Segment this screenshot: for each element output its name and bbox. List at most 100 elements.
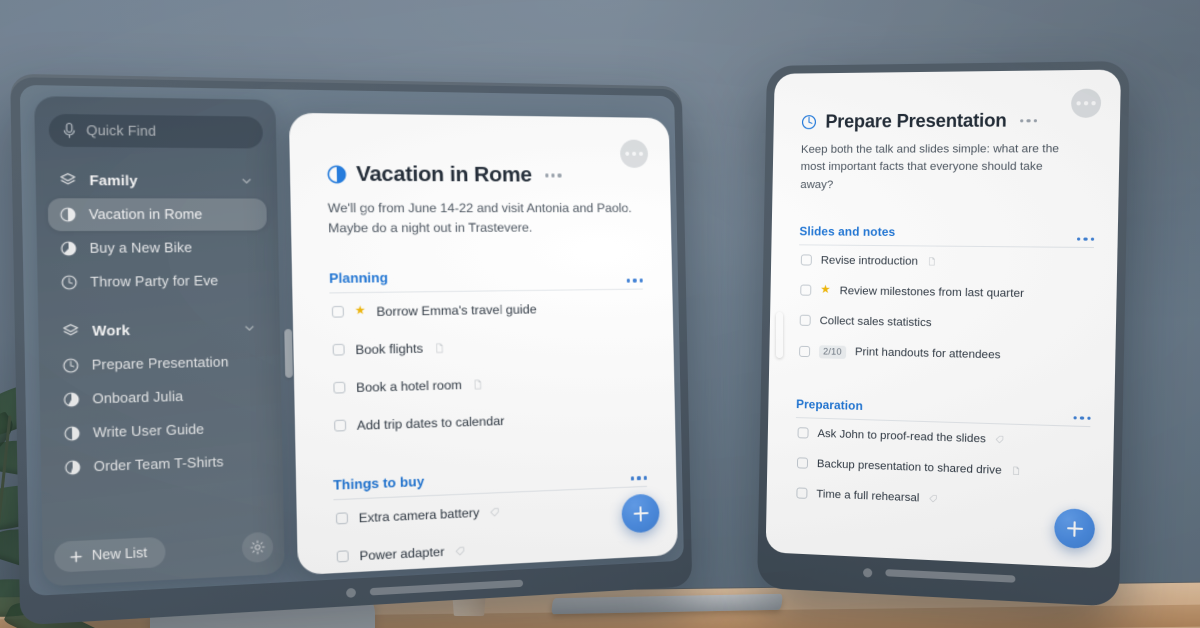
progress-circle-icon [64, 460, 81, 476]
note-icon [434, 343, 445, 354]
sidebar-item-buy-a-new-bike[interactable]: Buy a New Bike [48, 231, 267, 265]
task-checkbox[interactable] [796, 488, 807, 499]
sidebar-group-work[interactable]: Work [50, 312, 269, 347]
settings-button[interactable] [242, 532, 274, 563]
task-checkbox[interactable] [797, 428, 808, 439]
sidebar-item-vacation-in-rome[interactable]: Vacation in Rome [48, 198, 267, 231]
task-row[interactable]: Add trip dates to calendar [332, 398, 646, 445]
tablet-page-title: Prepare Presentation [825, 110, 1007, 133]
tablet-camera-dot [863, 568, 872, 578]
section-title: Slides and notes [799, 224, 895, 239]
progress-circle-icon [60, 241, 77, 256]
sidebar: Quick Find Family Vacation in Rome Buy a N… [34, 96, 285, 586]
task-label: Extra camera battery [359, 505, 480, 525]
sidebar-item-label: Buy a New Bike [89, 240, 192, 256]
left-task-panel: Vacation in Rome We'll go from June 14-2… [289, 113, 678, 575]
task-checkbox[interactable] [800, 285, 811, 296]
left-panel-title-row: Vacation in Rome [327, 162, 641, 188]
panel-scroll-handle[interactable] [284, 329, 293, 378]
task-label: Book a hotel room [356, 377, 462, 394]
task-label: Add trip dates to calendar [357, 413, 505, 432]
progress-circle-icon [61, 275, 78, 290]
right-sections: Slides and notes Revise introduction ★ Revi… [794, 224, 1094, 521]
tag-icon [455, 545, 466, 556]
section-title: Planning [329, 269, 388, 285]
folder-stack-icon [59, 172, 77, 188]
right-panel-description: Keep both the talk and slides simple: wh… [800, 141, 1077, 195]
sidebar-item-label: Vacation in Rome [89, 207, 203, 222]
task-checkbox[interactable] [801, 255, 812, 266]
gear-icon [250, 539, 266, 555]
sidebar-item-order-team-t-shirts[interactable]: Order Team T-Shirts [52, 444, 271, 484]
task-checkbox[interactable] [800, 315, 811, 326]
sidebar-group-family[interactable]: Family [47, 164, 266, 196]
task-checkbox[interactable] [333, 344, 345, 356]
note-icon [927, 257, 936, 266]
tag-icon [995, 435, 1005, 445]
task-checkbox[interactable] [332, 306, 344, 318]
folder-stack-icon [62, 323, 80, 340]
tag-icon [490, 506, 501, 517]
sidebar-item-throw-party-for-eve[interactable]: Throw Party for Eve [49, 264, 268, 299]
star-icon[interactable]: ★ [820, 285, 831, 297]
sidebar-group-label: Work [92, 322, 130, 339]
monitor-camera-dot [346, 588, 356, 598]
task-label: Time a full rehearsal [816, 488, 919, 504]
task-checkbox[interactable] [333, 382, 345, 394]
search-input[interactable]: Quick Find [49, 114, 264, 149]
section-menu-icon[interactable] [627, 279, 643, 283]
task-checkbox[interactable] [334, 420, 346, 432]
chevron-down-icon[interactable] [240, 175, 252, 187]
task-label: Borrow Emma's travel guide [376, 302, 536, 319]
section-menu-icon[interactable] [1073, 416, 1090, 420]
monitor-device: Quick Find Family Vacation in Rome Buy a N… [10, 74, 692, 626]
task-label: Book flights [355, 341, 423, 357]
new-list-button[interactable]: New List [54, 537, 166, 573]
new-list-label: New List [92, 545, 148, 563]
search-placeholder: Quick Find [86, 123, 156, 139]
panel-overflow-button[interactable] [620, 140, 648, 168]
right-panel-content: Prepare Presentation Keep both the talk … [766, 70, 1121, 522]
task-checkbox[interactable] [797, 458, 808, 469]
sidebar-item-onboard-julia[interactable]: Onboard Julia [51, 378, 270, 416]
task-row[interactable]: ★ Borrow Emma's travel guide [329, 289, 643, 331]
task-row[interactable]: 2/10 Print handouts for attendees [797, 336, 1092, 374]
section-title: Things to buy [333, 473, 424, 492]
star-icon[interactable]: ★ [355, 306, 366, 318]
progress-circle-icon [62, 358, 79, 374]
task-checkbox[interactable] [799, 346, 810, 357]
sidebar-item-prepare-presentation[interactable]: Prepare Presentation [51, 345, 270, 382]
tablet-screen: Prepare Presentation Keep both the talk … [766, 70, 1121, 569]
tag-icon [929, 494, 938, 504]
task-label: Revise introduction [821, 255, 918, 268]
chevron-down-icon[interactable] [243, 322, 255, 334]
task-row[interactable]: Revise introduction [799, 245, 1094, 279]
right-panel-title-row: Prepare Presentation [801, 109, 1096, 132]
sidebar-nav: Family Vacation in Rome Buy a New Bike Thro… [47, 164, 272, 485]
sidebar-item-label: Order Team T-Shirts [94, 455, 224, 475]
task-checkbox[interactable] [336, 513, 348, 525]
progress-circle-icon [64, 426, 81, 442]
task-checkbox[interactable] [337, 550, 349, 562]
task-label: Ask John to proof-read the slides [817, 428, 986, 446]
progress-circle-half-icon [327, 165, 347, 184]
task-count-badge: 2/10 [819, 345, 846, 359]
sidebar-item-label: Onboard Julia [92, 389, 183, 407]
task-label: Review milestones from last quarter [839, 285, 1024, 300]
tablet-title-menu-icon[interactable] [1020, 119, 1037, 123]
task-label: Collect sales statistics [820, 315, 932, 329]
plus-icon [70, 550, 83, 563]
monitor-screen: Quick Find Family Vacation in Rome Buy a N… [20, 85, 684, 596]
tablet-scroll-handle[interactable] [776, 312, 783, 358]
sidebar-item-label: Prepare Presentation [92, 355, 229, 373]
page-title: Vacation in Rome [356, 162, 532, 188]
desk-scene: Quick Find Family Vacation in Rome Buy a N… [0, 0, 1200, 628]
task-row[interactable]: ★ Review milestones from last quarter [798, 275, 1093, 310]
title-menu-icon[interactable] [545, 174, 561, 178]
left-panel-content: Vacation in Rome We'll go from June 14-2… [289, 113, 678, 575]
section-menu-icon[interactable] [631, 476, 647, 480]
task-label: Backup presentation to shared drive [817, 458, 1002, 477]
progress-circle-icon [63, 392, 80, 408]
tablet-add-task-button[interactable] [1054, 508, 1095, 549]
section-menu-icon[interactable] [1077, 237, 1094, 241]
